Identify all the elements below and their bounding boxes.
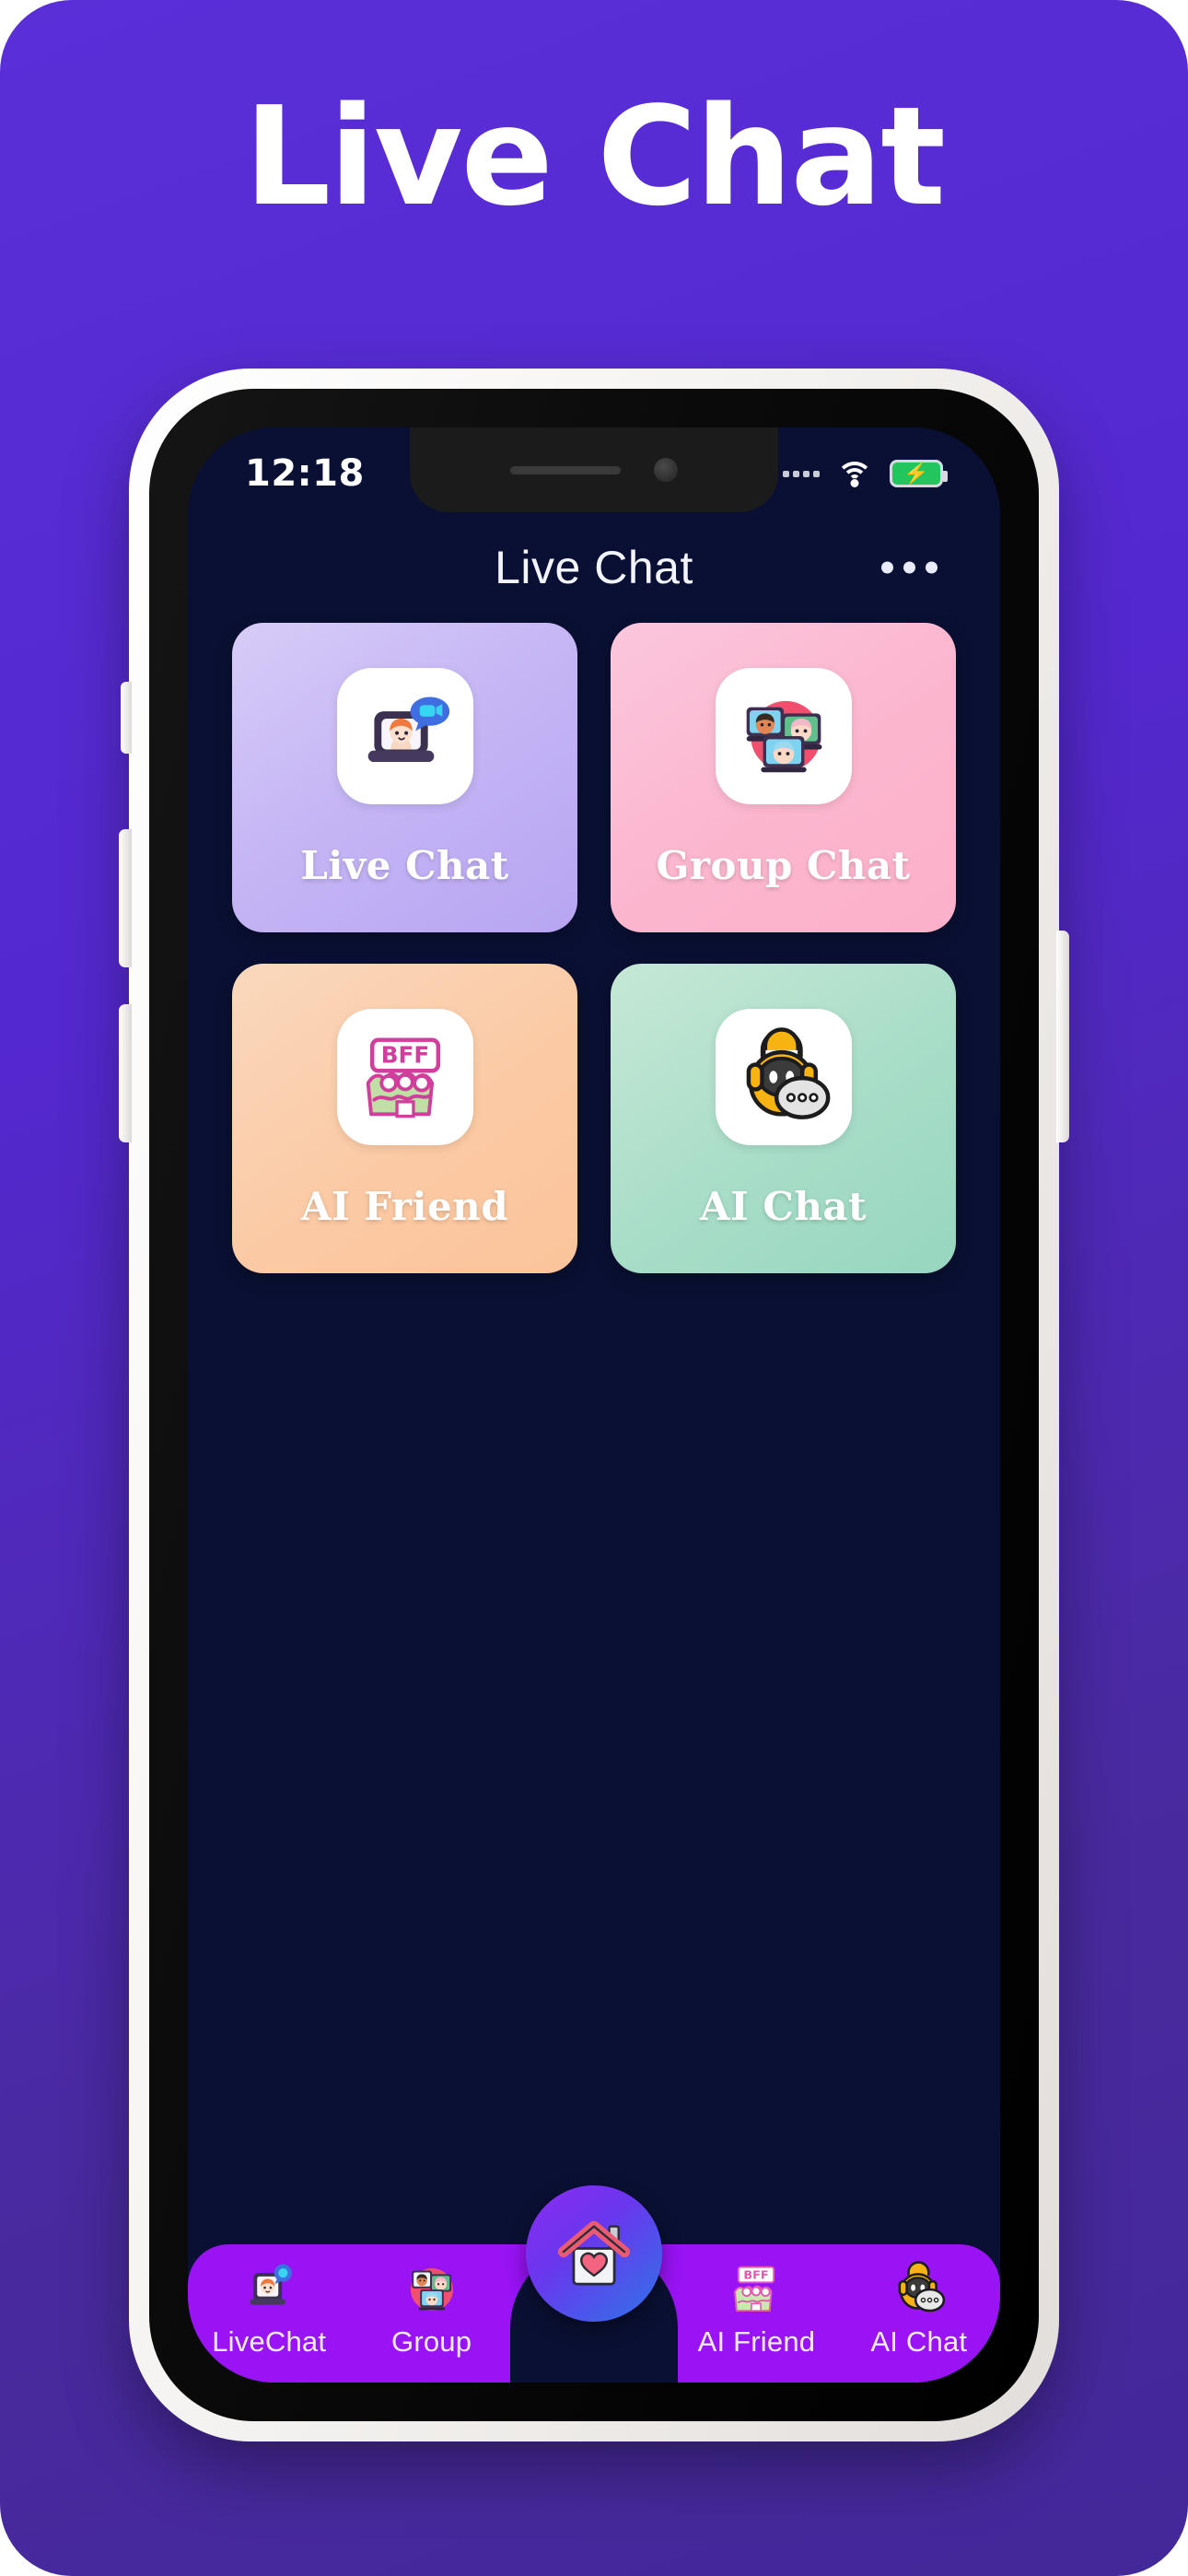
robot-chat-bubble-icon: [715, 1008, 852, 1145]
house-heart-icon: [552, 2211, 636, 2296]
status-indicators: ⚡: [783, 460, 948, 487]
phone-power-button[interactable]: [1056, 931, 1069, 1142]
earpiece-speaker-icon: [510, 465, 621, 474]
phone-screen: 12:18 ⚡ Live Chat Live Chat Group Chat B…: [188, 427, 1000, 2383]
feature-card-ai-chat[interactable]: AI Chat: [611, 964, 956, 1273]
poster-root: Live Chat 12:18 ⚡ Live Chat Live Chat Gr…: [0, 0, 1188, 2576]
livechat-icon: [239, 2259, 299, 2320]
nav-item-label: AI Chat: [870, 2325, 968, 2358]
app-header: Live Chat: [188, 520, 1000, 615]
phone-volume-up-button[interactable]: [119, 829, 132, 967]
feature-card-label: AI Friend: [300, 1183, 509, 1229]
nav-item-group[interactable]: Group: [350, 2244, 512, 2359]
phone-silent-switch[interactable]: [121, 682, 132, 754]
battery-charging-icon: ⚡: [890, 460, 948, 487]
poster-title: Live Chat: [243, 77, 946, 236]
feature-card-label: AI Chat: [700, 1183, 867, 1229]
feature-card-ai-friend[interactable]: BFF AI Friend: [232, 964, 577, 1273]
feature-grid: Live Chat Group Chat BFF AI Friend AI Ch…: [232, 623, 956, 1273]
feature-card-group-chat[interactable]: Group Chat: [611, 623, 956, 932]
front-camera-icon: [654, 458, 678, 482]
home-button[interactable]: [526, 2185, 662, 2322]
feature-card-label: Group Chat: [656, 842, 911, 888]
nav-item-label: AI Friend: [697, 2325, 816, 2358]
group-icon: [402, 2259, 462, 2320]
group-video-call-icon: [715, 667, 852, 804]
ai-chat-icon: [889, 2259, 949, 2320]
svg-text:BFF: BFF: [744, 2268, 769, 2282]
signal-dots-icon: [783, 470, 820, 477]
status-time: 12:18: [245, 452, 365, 495]
wifi-icon: [836, 460, 873, 487]
app-title: Live Chat: [495, 542, 693, 593]
bff-friends-icon: BFF: [336, 1008, 473, 1145]
svg-text:BFF: BFF: [380, 1041, 428, 1068]
nav-item-ai-friend[interactable]: BFF AI Friend: [675, 2244, 837, 2359]
phone-notch: [410, 427, 778, 512]
more-horizontal-icon[interactable]: [874, 545, 945, 591]
nav-item-label: LiveChat: [212, 2325, 327, 2358]
laptop-video-call-icon: [336, 667, 473, 804]
phone-bezel: 12:18 ⚡ Live Chat Live Chat Group Chat B…: [149, 389, 1039, 2421]
charging-bolt-icon: ⚡: [903, 462, 929, 485]
nav-item-livechat[interactable]: LiveChat: [188, 2244, 350, 2359]
phone-volume-down-button[interactable]: [119, 1004, 132, 1142]
phone-mockup: 12:18 ⚡ Live Chat Live Chat Group Chat B…: [119, 369, 1069, 2441]
ai-friend-icon: BFF: [726, 2259, 786, 2320]
nav-item-label: Group: [391, 2325, 472, 2358]
feature-card-label: Live Chat: [300, 842, 509, 888]
feature-card-live-chat[interactable]: Live Chat: [232, 623, 577, 932]
nav-item-ai-chat[interactable]: AI Chat: [838, 2244, 1000, 2359]
